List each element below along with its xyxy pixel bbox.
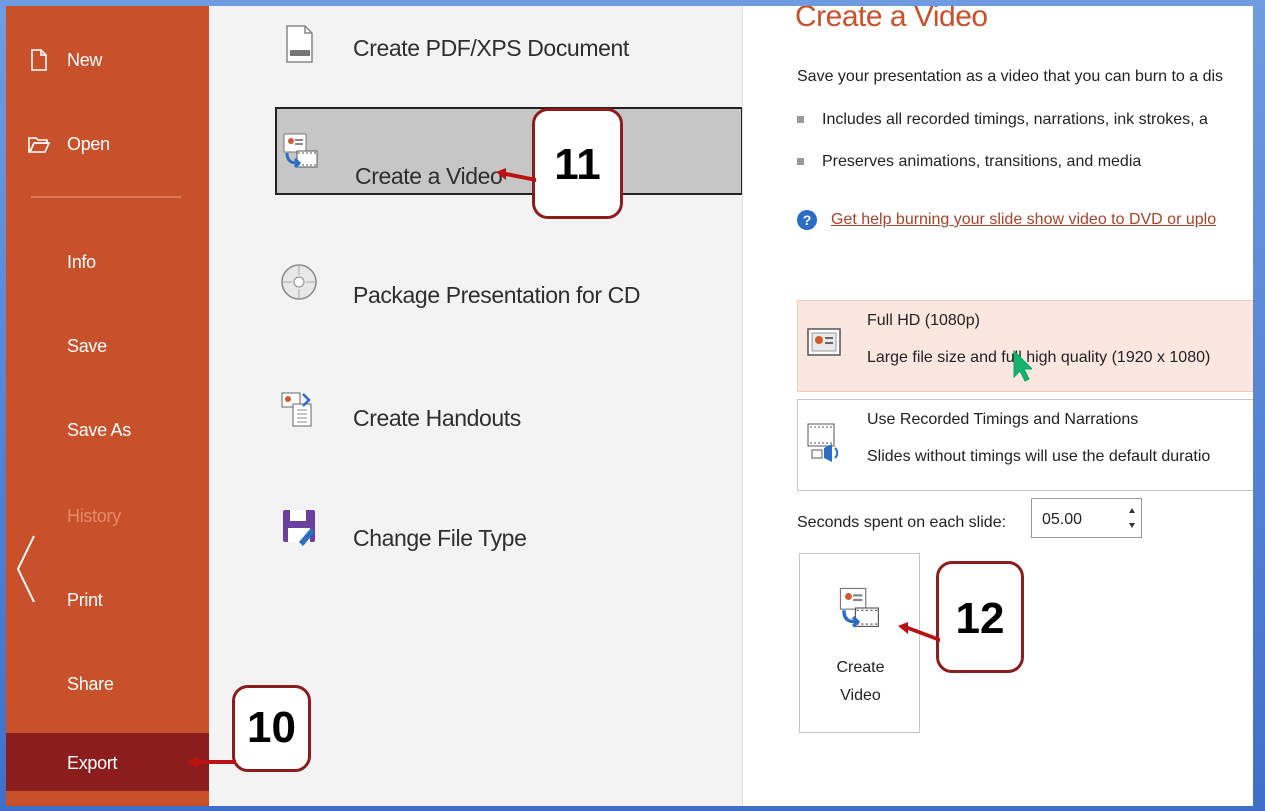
seconds-label: Seconds spent on each slide:: [797, 514, 1007, 531]
seconds-spinner[interactable]: 05.00: [1031, 498, 1142, 538]
export-item-handouts[interactable]: Create Handouts: [275, 376, 743, 464]
create-video-line1: Create: [836, 659, 885, 676]
pane-description: Save your presentation as a video that y…: [797, 68, 1224, 85]
video-icon: [283, 133, 318, 169]
export-item-pdf[interactable]: Create PDF/XPS Document: [275, 6, 743, 94]
callout-pointer: [898, 622, 940, 642]
callout-step-12: 12: [936, 561, 1024, 673]
cd-icon: [281, 264, 317, 300]
sidebar-item-label: Save: [67, 336, 107, 356]
callout-step-11: 11: [532, 108, 623, 219]
sidebar-item-label: Save As: [67, 420, 131, 440]
sidebar-item-label: Share: [67, 674, 114, 694]
export-item-change-file-type[interactable]: Change File Type: [275, 496, 743, 584]
quality-title: Full HD (1080p): [867, 312, 980, 329]
callout-pointer: [186, 756, 236, 768]
backstage-view: New Open Info Save Save As History Print: [6, 6, 1253, 806]
create-video-line2: Video: [840, 687, 881, 704]
help-link[interactable]: ? Get help burning your slide show video …: [797, 210, 1216, 230]
create-video-icon: [839, 587, 879, 628]
spinner-arrows-icon[interactable]: [1127, 503, 1137, 533]
sidebar-item-print[interactable]: Print: [6, 590, 209, 618]
timings-title: Use Recorded Timings and Narrations: [867, 411, 1139, 428]
export-item-label: Create a Video: [355, 163, 503, 189]
bullet-text: Preserves animations, transitions, and m…: [822, 153, 1142, 170]
help-link-text: Get help burning your slide show video t…: [831, 211, 1217, 229]
sidebar-item-save-as[interactable]: Save As: [6, 420, 209, 448]
bullet-item: Includes all recorded timings, narration…: [797, 111, 1208, 129]
bullet-marker: [797, 116, 804, 124]
new-document-icon: [31, 49, 47, 71]
sidebar-divider: [31, 196, 181, 198]
bullet-text: Includes all recorded timings, narration…: [822, 111, 1208, 128]
sidebar-item-new[interactable]: New: [6, 49, 209, 78]
create-video-pane: Create a Video Save your presentation as…: [742, 6, 1253, 806]
timings-narration-icon: [807, 423, 839, 462]
seconds-value: 05.00: [1042, 511, 1083, 528]
mouse-cursor-icon: [1013, 349, 1032, 382]
bullet-marker: [797, 158, 804, 166]
help-icon: ?: [797, 210, 817, 230]
create-video-label: Create Video: [800, 654, 921, 710]
presentation-quality-icon: [807, 328, 841, 356]
sidebar-item-label: Export: [67, 753, 118, 773]
handouts-icon: [281, 392, 312, 427]
sidebar-item-label: Print: [67, 590, 103, 610]
sidebar-item-export[interactable]: Export: [6, 733, 209, 791]
sidebar-item-history: History: [6, 506, 209, 534]
export-item-package-cd[interactable]: Package Presentation for CD: [275, 250, 743, 338]
callout-pointer: [496, 168, 536, 182]
backstage-sidebar: New Open Info Save Save As History Print: [6, 6, 209, 806]
export-item-label: Create PDF/XPS Document: [353, 35, 629, 61]
sidebar-item-save[interactable]: Save: [6, 336, 209, 364]
sidebar-item-label: History: [67, 506, 121, 526]
open-folder-icon: [28, 137, 51, 153]
sidebar-item-label: Open: [67, 134, 110, 154]
quality-subtitle: Large file size and full high quality (1…: [867, 349, 1211, 366]
timings-subtitle: Slides without timings will use the defa…: [867, 448, 1211, 465]
sidebar-item-share[interactable]: Share: [6, 674, 209, 702]
export-item-label: Package Presentation for CD: [353, 282, 641, 308]
export-item-label: Create Handouts: [353, 405, 521, 431]
pane-title: Create a Video: [795, 6, 988, 33]
sidebar-item-label: Info: [67, 252, 96, 272]
callout-step-10: 10: [232, 685, 311, 772]
sidebar-item-label: New: [67, 50, 103, 70]
save-floppy-icon: [283, 510, 315, 546]
pdf-document-icon: [286, 25, 313, 63]
sidebar-item-open[interactable]: Open: [6, 134, 209, 162]
screenshot-frame: New Open Info Save Save As History Print: [0, 0, 1265, 811]
sidebar-item-info[interactable]: Info: [6, 252, 209, 280]
timings-dropdown[interactable]: Use Recorded Timings and Narrations Slid…: [797, 399, 1253, 491]
bullet-item: Preserves animations, transitions, and m…: [797, 153, 1141, 171]
quality-dropdown[interactable]: Full HD (1080p) Large file size and full…: [797, 300, 1253, 392]
export-item-label: Change File Type: [353, 525, 527, 551]
